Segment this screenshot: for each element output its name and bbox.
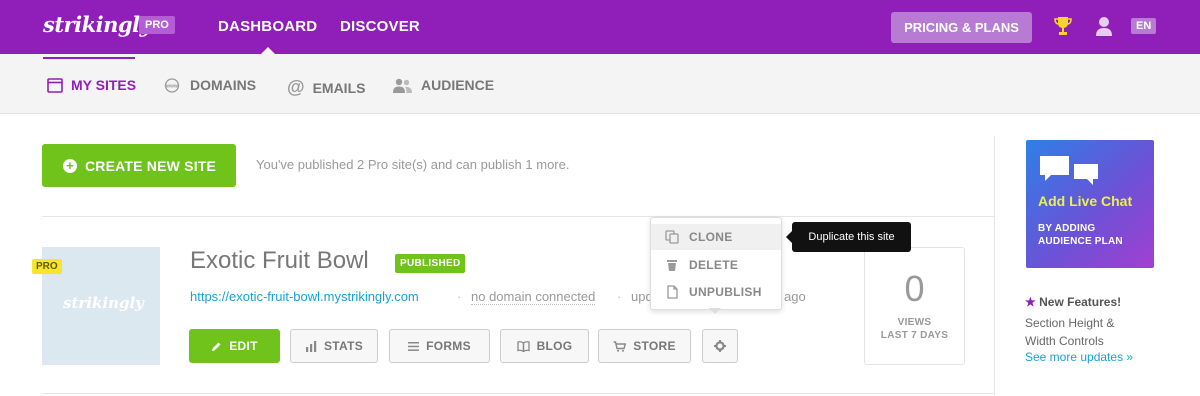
clone-tooltip: Duplicate this site	[786, 222, 911, 252]
document-icon	[667, 285, 678, 299]
copy-icon	[665, 230, 679, 244]
pro-badge: PRO	[139, 16, 175, 34]
promo-subtitle-line1: BY ADDING	[1038, 223, 1096, 234]
menu-item-unpublish[interactable]: UNPUBLISH	[651, 279, 781, 305]
see-more-updates-link[interactable]: See more updates »	[1025, 350, 1133, 364]
settings-button[interactable]	[702, 329, 738, 363]
new-features-line1: Section Height &	[1025, 316, 1115, 330]
new-features-line2: Width Controls	[1025, 334, 1104, 348]
menu-item-clone[interactable]: CLONE	[651, 224, 781, 250]
views-label: VIEWS LAST 7 DAYS	[865, 316, 964, 342]
pro-ribbon: PRO	[32, 259, 62, 274]
dropdown-caret	[709, 308, 721, 314]
views-label-line2: LAST 7 DAYS	[880, 330, 949, 341]
pricing-plans-button[interactable]: PRICING & PLANS	[891, 12, 1032, 43]
divider	[42, 393, 995, 394]
nav-discover[interactable]: DISCOVER	[340, 18, 420, 35]
tab-label: EMAILS	[312, 79, 366, 96]
tab-label: MY SITES	[71, 77, 137, 93]
list-icon	[408, 341, 420, 351]
new-features-title: New Features!	[1039, 295, 1122, 309]
divider	[42, 216, 995, 217]
tab-label: DOMAINS	[190, 77, 257, 93]
tab-domains[interactable]: www DOMAINS	[162, 77, 256, 93]
bar-chart-icon	[305, 340, 317, 352]
shopping-cart-icon	[613, 340, 627, 352]
updated-suffix: ago	[784, 289, 806, 304]
forms-button[interactable]: FORMS	[389, 329, 490, 363]
stats-label: STATS	[323, 339, 364, 353]
strikingly-logo[interactable]: strikingly	[43, 12, 152, 37]
active-tab-underline	[43, 57, 135, 59]
language-selector[interactable]: EN	[1131, 18, 1157, 34]
divider	[994, 136, 995, 396]
separator: ·	[617, 289, 622, 304]
nav-dashboard[interactable]: DASHBOARD	[218, 18, 317, 54]
store-label: STORE	[633, 339, 676, 353]
people-icon	[393, 78, 412, 93]
edit-button[interactable]: EDIT	[189, 329, 280, 363]
star-icon: ★	[1025, 295, 1036, 309]
thumbnail-logo: strikingly	[63, 294, 144, 312]
domain-status-link[interactable]: no domain connected	[471, 289, 596, 305]
settings-dropdown-menu: CLONE DELETE UNPUBLISH	[650, 217, 782, 310]
menu-item-label: CLONE	[689, 230, 733, 244]
menu-item-label: UNPUBLISH	[689, 285, 762, 299]
trophy-icon[interactable]	[1054, 15, 1072, 37]
tab-emails[interactable]: @ EMAILS	[287, 77, 365, 98]
tab-my-sites[interactable]: MY SITES	[47, 77, 136, 93]
svg-text:www: www	[165, 83, 178, 89]
blog-label: BLOG	[536, 339, 573, 353]
create-new-site-label: CREATE NEW SITE	[85, 157, 217, 174]
chat-bubbles-icon	[1040, 156, 1098, 185]
store-button[interactable]: STORE	[598, 329, 691, 363]
published-badge: PUBLISHED	[395, 254, 466, 273]
book-icon	[516, 340, 530, 352]
gear-icon	[714, 340, 726, 352]
site-url-link[interactable]: https://exotic-fruit-bowl.mystrikingly.c…	[190, 289, 419, 304]
site-title[interactable]: Exotic Fruit Bowl	[190, 247, 369, 275]
promo-subtitle-line2: AUDIENCE PLAN	[1038, 236, 1123, 247]
tab-label: AUDIENCE	[421, 77, 495, 93]
views-count: 0	[904, 268, 925, 309]
promo-title: Add Live Chat	[1038, 193, 1133, 209]
views-label-line1: VIEWS	[897, 317, 932, 328]
views-stats-box[interactable]: 0 VIEWS LAST 7 DAYS	[864, 247, 965, 365]
promo-subtitle: BY ADDING AUDIENCE PLAN	[1038, 222, 1148, 248]
create-new-site-button[interactable]: + CREATE NEW SITE	[42, 144, 236, 187]
blog-button[interactable]: BLOG	[500, 329, 589, 363]
separator: ·	[457, 289, 462, 304]
forms-label: FORMS	[426, 339, 471, 353]
menu-item-label: DELETE	[689, 258, 739, 272]
new-features-heading: ★ New Features!	[1025, 295, 1121, 309]
publish-quota-note: You've published 2 Pro site(s) and can p…	[256, 157, 570, 172]
plus-circle-icon: +	[63, 158, 77, 173]
stats-button[interactable]: STATS	[290, 329, 378, 363]
menu-item-delete[interactable]: DELETE	[651, 252, 781, 278]
edit-label: EDIT	[229, 339, 258, 353]
at-sign-icon: @	[287, 77, 305, 97]
pencil-icon	[212, 342, 221, 351]
new-features-body: Section Height & Width Controls	[1025, 314, 1155, 350]
trash-icon	[667, 260, 677, 271]
browser-window-icon	[47, 77, 63, 93]
user-icon[interactable]	[1095, 15, 1113, 37]
tab-audience[interactable]: AUDIENCE	[392, 77, 494, 93]
www-icon: www	[164, 77, 180, 93]
